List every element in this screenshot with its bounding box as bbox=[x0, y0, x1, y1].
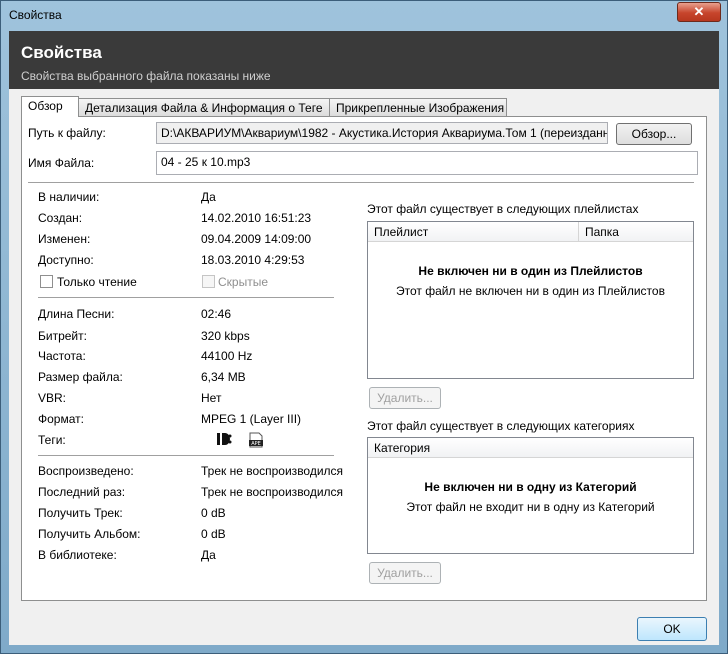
close-button[interactable]: ✕ bbox=[677, 2, 721, 22]
accessed-label: Доступно: bbox=[38, 253, 94, 267]
dialog-panel: Обзор Детализация Файла & Информация о Т… bbox=[9, 89, 719, 645]
played-label: Воспроизведено: bbox=[38, 464, 134, 478]
filename-label: Имя Файла: bbox=[28, 156, 95, 170]
format-label: Формат: bbox=[38, 412, 84, 426]
tab-label: Детализация Файла & Информация о Теге bbox=[85, 101, 323, 115]
track-gain-value: 0 dB bbox=[201, 506, 226, 520]
tab-file-details[interactable]: Детализация Файла & Информация о Теге bbox=[78, 98, 330, 116]
header-subtitle: Свойства выбранного файла показаны ниже bbox=[21, 69, 271, 83]
title-bar[interactable]: Свойства ✕ bbox=[1, 1, 727, 31]
categories-empty-text: Этот файл не входит ни в одну из Категор… bbox=[406, 500, 655, 514]
hidden-label: Скрытые bbox=[218, 275, 269, 289]
playlists-title: Этот файл существует в следующих плейлис… bbox=[367, 202, 639, 216]
header-title: Свойства bbox=[21, 43, 102, 62]
hidden-checkbox[interactable] bbox=[202, 275, 215, 288]
tab-overview[interactable]: Обзор bbox=[21, 96, 79, 117]
tab-label: Обзор bbox=[28, 99, 63, 113]
browse-button[interactable]: Обзор... bbox=[616, 123, 692, 145]
readonly-label: Только чтение bbox=[57, 275, 137, 289]
created-label: Создан: bbox=[38, 211, 83, 225]
played-value: Трек не воспроизводился bbox=[201, 464, 344, 478]
readonly-checkbox[interactable] bbox=[40, 275, 53, 288]
last-played-value: Трек не воспроизводился bbox=[201, 485, 344, 499]
album-gain-label: Получить Альбом: bbox=[38, 527, 141, 541]
path-field[interactable]: D:\АКВАРИУМ\Аквариум\1982 - Акустика.Ист… bbox=[156, 122, 608, 144]
last-played-label: Последний раз: bbox=[38, 485, 126, 499]
header-banner: Свойства Свойства выбранного файла показ… bbox=[9, 31, 719, 89]
track-gain-label: Получить Трек: bbox=[38, 506, 123, 520]
format-value: MPEG 1 (Layer III) bbox=[201, 412, 302, 426]
filesize-label: Размер файла: bbox=[38, 370, 123, 384]
available-value: Да bbox=[201, 190, 216, 204]
in-library-label: В библиотеке: bbox=[38, 548, 117, 562]
length-label: Длина Песни: bbox=[38, 307, 115, 321]
properties-window: Свойства ✕ Свойства Свойства выбранного … bbox=[0, 0, 728, 654]
categories-empty-title: Не включен ни в одну из Категорий bbox=[424, 480, 637, 494]
svg-text:APE: APE bbox=[251, 441, 261, 447]
remove-category-button[interactable]: Удалить... bbox=[369, 562, 441, 584]
vbr-value: Нет bbox=[201, 391, 222, 405]
remove-playlist-button[interactable]: Удалить... bbox=[369, 387, 441, 409]
vbr-label: VBR: bbox=[38, 391, 67, 405]
divider bbox=[38, 297, 334, 298]
close-icon: ✕ bbox=[693, 4, 705, 19]
album-gain-value: 0 dB bbox=[201, 527, 226, 541]
playlists-empty-title: Не включен ни в один из Плейлистов bbox=[418, 264, 643, 278]
category-column-header[interactable]: Категория bbox=[368, 438, 693, 458]
available-label: В наличии: bbox=[38, 190, 100, 204]
path-label: Путь к файлу: bbox=[28, 126, 106, 140]
created-value: 14.02.2010 16:51:23 bbox=[201, 211, 312, 225]
categories-title: Этот файл существует в следующих категор… bbox=[367, 419, 635, 433]
frequency-value: 44100 Hz bbox=[201, 349, 253, 363]
playlists-list[interactable]: Плейлист Папка Не включен ни в один из П… bbox=[367, 221, 694, 379]
window-title: Свойства bbox=[9, 8, 62, 22]
divider bbox=[28, 182, 694, 183]
playlist-column-header[interactable]: Плейлист bbox=[368, 222, 579, 242]
ok-button[interactable]: OK bbox=[637, 617, 707, 641]
bitrate-label: Битрейт: bbox=[38, 329, 87, 343]
folder-column-header[interactable]: Папка bbox=[579, 222, 693, 242]
in-library-value: Да bbox=[201, 548, 216, 562]
categories-list[interactable]: Категория Не включен ни в одну из Катего… bbox=[367, 437, 694, 554]
playlists-empty-text: Этот файл не включен ни в один из Плейли… bbox=[396, 284, 665, 298]
bitrate-value: 320 kbps bbox=[201, 329, 250, 343]
filesize-value: 6,34 MB bbox=[201, 370, 246, 384]
divider bbox=[38, 455, 334, 456]
modified-value: 09.04.2009 14:09:00 bbox=[201, 232, 312, 246]
modified-label: Изменен: bbox=[38, 232, 91, 246]
overview-content: Путь к файлу: D:\АКВАРИУМ\Аквариум\1982 … bbox=[21, 116, 707, 601]
tab-attached-images[interactable]: Прикрепленные Изображения bbox=[329, 98, 507, 116]
tags-label: Теги: bbox=[38, 433, 66, 447]
id3-tag-icon bbox=[217, 433, 232, 445]
ape-tag-icon: APE bbox=[249, 432, 263, 448]
filename-field[interactable]: 04 - 25 к 10.mp3 bbox=[156, 151, 698, 175]
length-value: 02:46 bbox=[201, 307, 232, 321]
tab-label: Прикрепленные Изображения bbox=[336, 101, 505, 115]
accessed-value: 18.03.2010 4:29:53 bbox=[201, 253, 305, 267]
frequency-label: Частота: bbox=[38, 349, 86, 363]
